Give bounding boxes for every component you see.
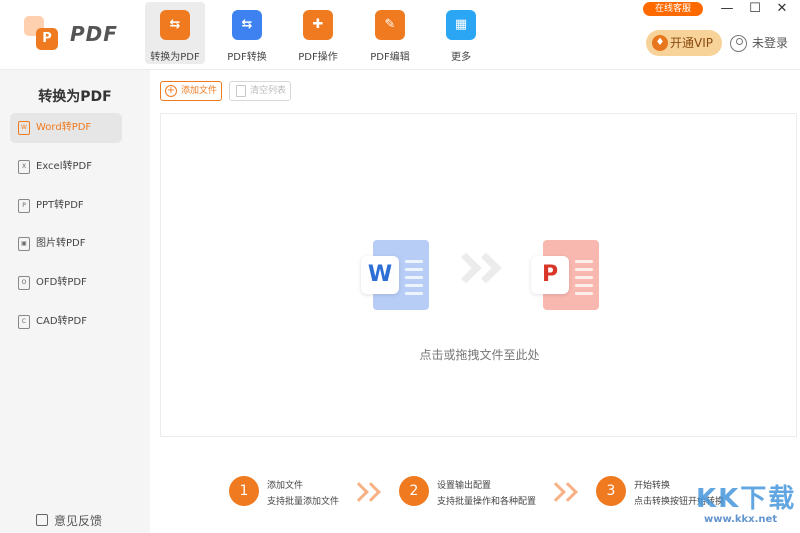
sidebar: 转换为PDF W Word转PDF X Excel转PDF P PPT转PDF … [0, 70, 150, 533]
step-chevrons-icon [349, 482, 386, 504]
sidebar-item-cad-to-pdf[interactable]: C CAD转PDF [10, 307, 122, 337]
step-title: 添加文件 [267, 481, 304, 491]
file-drop-zone[interactable]: W P 点击或拖拽文件至此处 [160, 113, 797, 437]
ppt-file-icon: P [18, 199, 30, 213]
sidebar-item-image-to-pdf[interactable]: ▣ 图片转PDF [10, 229, 122, 259]
login-label: 未登录 [752, 36, 789, 50]
sidebar-item-ofd-to-pdf[interactable]: O OFD转PDF [10, 268, 122, 298]
diamond-icon: ♦ [652, 35, 668, 51]
sidebar-item-label: OFD转PDF [36, 277, 87, 288]
site-watermark: KK下载 www.kkx.net [686, 478, 796, 530]
excel-file-icon: X [18, 160, 30, 174]
add-file-button[interactable]: + 添加文件 [160, 81, 222, 101]
sidebar-item-label: 图片转PDF [36, 238, 86, 249]
tab-label: PDF转换 [227, 52, 267, 63]
tab-more[interactable]: ▦ 更多 [431, 2, 491, 64]
tab-label: PDF操作 [298, 52, 338, 63]
feedback-label: 意见反馈 [54, 514, 103, 528]
document-lines [405, 260, 423, 300]
step-title: 开始转换 [634, 481, 671, 491]
step-number: 2 [399, 476, 429, 506]
logo-text: PDF [70, 22, 118, 46]
app-logo: P [22, 14, 62, 54]
user-icon [730, 35, 747, 52]
maximize-button[interactable]: ☐ [745, 0, 765, 18]
pdf-convert-icon: ⇆ [232, 10, 262, 40]
step-description: 支持批量添加文件 [267, 497, 340, 507]
step-title: 设置输出配置 [437, 481, 492, 491]
cad-file-icon: C [18, 315, 30, 329]
top-bar: P PDF ⇆ 转换为PDF ⇆ PDF转换 ✚ PDF操作 ✎ PDF编辑 ▦… [0, 0, 800, 70]
plus-circle-icon: + [165, 85, 177, 97]
close-button[interactable]: ✕ [772, 0, 792, 18]
step-number: 1 [229, 476, 259, 506]
watermark-url: www.kkx.net [704, 514, 778, 525]
sidebar-item-excel-to-pdf[interactable]: X Excel转PDF [10, 152, 122, 182]
sidebar-item-label: PPT转PDF [36, 200, 84, 211]
double-chevron-right-icon [450, 252, 505, 294]
open-vip-button[interactable]: ♦ 开通VIP [646, 30, 722, 56]
pdf-document-illustration: P [531, 240, 601, 312]
drop-hint: 点击或拖拽文件至此处 [419, 348, 540, 362]
step-description: 支持批量操作和各种配置 [437, 497, 537, 507]
sidebar-item-label: Excel转PDF [36, 161, 92, 172]
logo-front-square: P [36, 28, 58, 50]
pdf-edit-icon: ✎ [375, 10, 405, 40]
grid-icon: ▦ [446, 10, 476, 40]
feedback-button[interactable]: 意见反馈 [36, 512, 102, 529]
minimize-button[interactable]: — [717, 0, 737, 18]
trash-icon [236, 85, 246, 97]
clear-list-label: 清空列表 [250, 86, 287, 96]
online-service-button[interactable]: 在线客服 [643, 2, 703, 16]
tab-label: PDF编辑 [370, 52, 410, 63]
tab-convert-to-pdf[interactable]: ⇆ 转换为PDF [145, 2, 205, 64]
watermark-text: KK下载 [696, 484, 797, 514]
add-file-label: 添加文件 [181, 86, 218, 96]
step-number: 3 [596, 476, 626, 506]
document-lines [575, 260, 593, 300]
vip-label: 开通VIP [670, 36, 713, 50]
chevron-right-icon [361, 482, 381, 502]
clear-list-button[interactable]: 清空列表 [229, 81, 291, 101]
ofd-file-icon: O [18, 276, 30, 290]
tab-pdf-edit[interactable]: ✎ PDF编辑 [360, 2, 420, 64]
convert-to-pdf-icon: ⇆ [160, 10, 190, 40]
sidebar-item-ppt-to-pdf[interactable]: P PPT转PDF [10, 191, 122, 221]
tab-label: 转换为PDF [150, 52, 200, 63]
word-document-illustration: W [361, 240, 431, 312]
word-icon: W [361, 256, 399, 294]
chevron-right-icon [470, 252, 502, 284]
tab-pdf-operate[interactable]: ✚ PDF操作 [288, 2, 348, 64]
step-chevrons-icon [546, 482, 583, 504]
pdf-icon: P [531, 256, 569, 294]
word-file-icon: W [18, 121, 30, 135]
image-file-icon: ▣ [18, 237, 30, 251]
sidebar-item-word-to-pdf[interactable]: W Word转PDF [10, 113, 122, 143]
pdf-operate-icon: ✚ [303, 10, 333, 40]
tab-pdf-convert[interactable]: ⇆ PDF转换 [217, 2, 277, 64]
sidebar-item-label: Word转PDF [36, 122, 92, 133]
sidebar-title: 转换为PDF [38, 89, 112, 105]
tab-label: 更多 [451, 52, 471, 63]
login-button[interactable]: 未登录 [730, 30, 788, 56]
sidebar-item-label: CAD转PDF [36, 316, 88, 327]
chevron-right-icon [558, 482, 578, 502]
feedback-icon [36, 514, 48, 526]
